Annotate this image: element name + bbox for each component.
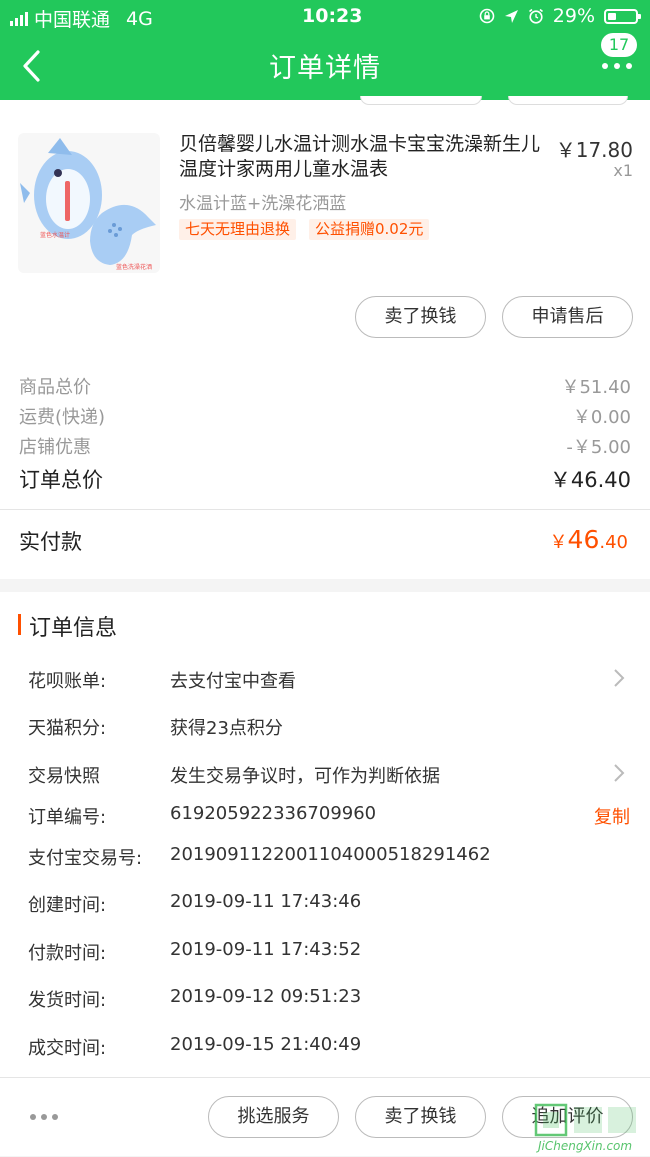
order-total-label: 订单总价 (19, 468, 103, 492)
fee-value: -￥5.00 (566, 437, 631, 458)
product-price: ￥17.80 (555, 138, 633, 162)
alipay-trade-no-label: 支付宝交易号: (28, 848, 143, 869)
huabei-bill-link[interactable]: 去支付宝中查看 (170, 667, 296, 693)
order-number-value: 619205922336709960 (170, 803, 377, 824)
fee-value: ￥0.00 (572, 407, 631, 428)
order-total-row: 订单总价 ￥46.40 (19, 464, 631, 494)
product-thumbnail[interactable]: 蓝色水温计 蓝色洗澡花洒 (18, 133, 160, 273)
alarm-icon (528, 8, 543, 24)
ghost-button-edge (360, 96, 482, 105)
chevron-right-icon[interactable] (612, 763, 626, 783)
network-type: 4G (126, 7, 153, 30)
page-title: 订单详情 (269, 53, 381, 84)
location-icon (504, 9, 518, 23)
paid-time-value: 2019-09-11 17:43:52 (170, 939, 362, 960)
watermark: JiChengXin.com (534, 1103, 644, 1157)
tmall-points-label: 天猫积分: (28, 718, 107, 739)
thumb-caption-left: 蓝色水温计 (40, 231, 70, 239)
shipped-time-label: 发货时间: (28, 990, 107, 1011)
product-image: 蓝色水温计 蓝色洗澡花洒 (20, 138, 156, 271)
rotation-lock-icon (479, 8, 495, 24)
fee-label: 商品总价 (19, 377, 91, 398)
status-right: 29% (479, 5, 641, 27)
battery-percent: 29% (552, 5, 595, 27)
fee-row-goods-total: 商品总价 ￥51.40 (19, 373, 631, 399)
watermark-text: JiChengXin.com (536, 1139, 632, 1153)
paid-decimal: .40 (599, 532, 628, 553)
paid-label: 实付款 (19, 530, 82, 554)
ghost-button-edge (508, 96, 628, 105)
product-name[interactable]: 贝倍馨婴儿水温计测水温卡宝宝洗澡新生儿温度计家两用儿童水温表 (179, 132, 549, 182)
created-time-value: 2019-09-11 17:43:46 (170, 891, 362, 912)
battery-icon (604, 8, 641, 24)
thumb-caption-right: 蓝色洗澡花洒 (116, 263, 152, 271)
paid-amount: ￥46.40 (550, 525, 628, 554)
watermark-logo: JiChengXin.com (534, 1103, 636, 1153)
snapshot-label: 交易快照 (28, 766, 100, 787)
resell-button[interactable]: 卖了换钱 (355, 296, 486, 338)
product-quantity: x1 (613, 161, 633, 180)
more-dots-icon (602, 63, 632, 69)
paid-currency: ￥ (549, 532, 568, 553)
section-accent-bar (18, 614, 21, 635)
tmall-points-value: 获得23点积分 (170, 718, 283, 739)
status-bar: 中国联通 4G 10:23 29% (0, 0, 650, 34)
paid-time-label: 付款时间: (28, 943, 107, 964)
fee-row-shipping: 运费(快递) ￥0.00 (19, 403, 631, 429)
completed-time-value: 2019-09-15 21:40:49 (170, 1034, 362, 1055)
huabei-bill-label: 花呗账单: (28, 671, 107, 692)
select-service-button[interactable]: 挑选服务 (208, 1096, 339, 1138)
after-sales-button[interactable]: 申请售后 (502, 296, 633, 338)
fee-label: 运费(快递) (19, 407, 106, 428)
order-number-label: 订单编号: (28, 807, 107, 828)
resell-button-bottom[interactable]: 卖了换钱 (355, 1096, 486, 1138)
paid-integer: 46 (567, 525, 600, 554)
fee-label: 店铺优惠 (19, 437, 91, 458)
status-left: 中国联通 4G (10, 5, 153, 32)
signal-icon (10, 11, 28, 26)
carrier-name: 中国联通 (34, 9, 111, 31)
product-sku: 水温计蓝+洗澡花洒蓝 (179, 194, 347, 214)
fee-value: ￥51.40 (561, 377, 631, 398)
charity-tag: 公益捐赠0.02元 (309, 219, 430, 240)
shipped-time-value: 2019-09-12 09:51:23 (170, 986, 362, 1007)
order-info-title: 订单信息 (29, 616, 118, 641)
status-time: 10:23 (302, 5, 363, 27)
message-count-badge: 17 (601, 33, 637, 57)
created-time-label: 创建时间: (28, 895, 107, 916)
return-policy-tag: 七天无理由退换 (179, 219, 297, 240)
fee-row-discount: 店铺优惠 -￥5.00 (19, 433, 631, 459)
chevron-right-icon[interactable] (612, 668, 626, 688)
completed-time-label: 成交时间: (28, 1038, 107, 1059)
more-actions-icon[interactable] (30, 1114, 58, 1120)
alipay-trade-no-value: 2019091122001104000518291462 (170, 844, 491, 865)
order-total-value: ￥46.40 (549, 468, 631, 492)
snapshot-link[interactable]: 发生交易争议时，可作为判断依据 (170, 762, 440, 788)
copy-order-number-button[interactable]: 复制 (594, 803, 630, 829)
